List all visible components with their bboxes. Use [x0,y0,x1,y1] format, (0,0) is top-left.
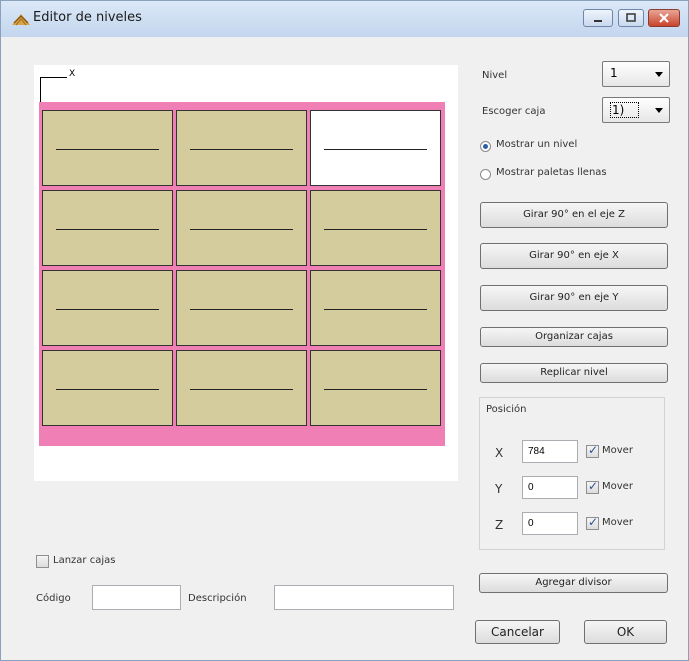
radio-paletas-llenas[interactable] [480,169,491,180]
rotate-x-button[interactable]: Girar 90° en eje X [480,243,668,269]
descripcion-input[interactable] [274,585,454,610]
editor-window: Editor de niveles X Y [0,0,689,661]
radio-paletas-llenas-label: Mostrar paletas llenas [496,167,607,178]
x-axis-line [40,77,67,78]
minimize-icon [594,20,602,22]
box-cell[interactable] [42,110,173,186]
window-title: Editor de niveles [33,10,142,25]
y-position-input[interactable] [522,476,578,499]
rotate-y-button[interactable]: Girar 90° en eje Y [480,285,668,311]
box-cell[interactable] [176,270,307,346]
y-mover-checkbox[interactable] [586,479,599,494]
box-cell[interactable] [310,350,441,426]
box-cell[interactable] [42,350,173,426]
organize-boxes-button[interactable]: Organizar cajas [480,327,668,347]
chevron-down-icon [655,108,663,113]
replicate-level-button[interactable]: Replicar nivel [480,363,668,383]
x-axis-label: X [69,69,76,79]
close-icon [659,13,669,23]
dialog-body: X Y Nivel 1 Escoger caja [1,37,688,660]
box-cell[interactable] [42,270,173,346]
box-cell[interactable] [176,190,307,266]
box-cell[interactable] [176,350,307,426]
nivel-label: Nivel [482,70,508,81]
level-canvas[interactable]: X Y [34,65,458,481]
add-divider-button[interactable]: Agregar divisor [479,573,668,593]
pallet-icon [12,14,30,26]
x-position-input[interactable] [522,440,578,463]
codigo-label: Código [36,593,71,604]
x-mover-checkbox[interactable] [586,443,599,458]
descripcion-label: Descripción [188,593,247,604]
minimize-button[interactable] [583,9,613,27]
z-mover-label: Mover [602,517,633,528]
z-mover-checkbox[interactable] [586,515,599,530]
caja-label: Escoger caja [482,106,546,117]
chevron-down-icon [655,72,663,77]
box-cell[interactable] [176,110,307,186]
close-button[interactable] [648,9,680,27]
title-bar: Editor de niveles [1,1,688,37]
maximize-icon [626,13,636,22]
y-label: Y [495,482,503,496]
caja-select[interactable]: 1) [602,97,670,123]
radio-un-nivel-label: Mostrar un nivel [496,139,578,150]
x-mover-label: Mover [602,445,633,456]
z-position-input[interactable] [522,512,578,535]
y-mover-label: Mover [602,481,633,492]
lanzar-cajas-label: Lanzar cajas [53,555,116,566]
radio-un-nivel[interactable] [480,141,491,152]
lanzar-cajas-checkbox[interactable] [36,555,49,568]
ok-button[interactable]: OK [584,620,667,644]
empty-box-cell[interactable] [310,110,441,186]
nivel-select[interactable]: 1 [602,61,670,87]
box-cell[interactable] [310,270,441,346]
maximize-button[interactable] [618,9,644,27]
pallet [39,102,445,446]
box-cell[interactable] [310,190,441,266]
codigo-input[interactable] [92,585,181,610]
z-label: Z [495,518,504,532]
box-cell[interactable] [42,190,173,266]
cancel-button[interactable]: Cancelar [475,620,560,644]
rotate-z-button[interactable]: Girar 90° en el eje Z [480,202,668,228]
position-title: Posición [486,404,527,415]
x-label: X [495,446,504,460]
